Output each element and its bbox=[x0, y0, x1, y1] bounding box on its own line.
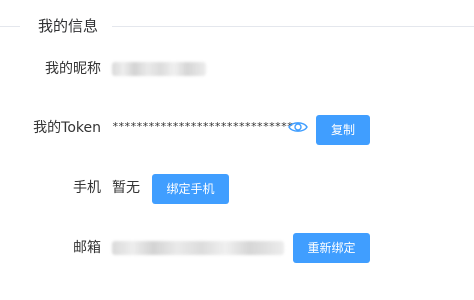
section-divider-left bbox=[0, 26, 20, 27]
token-label: 我的Token bbox=[33, 120, 101, 136]
token-masked-value: ****************************** bbox=[112, 120, 293, 133]
eye-icon[interactable] bbox=[288, 119, 308, 135]
copy-token-button[interactable]: 复制 bbox=[316, 115, 370, 145]
phone-value: 暂无 bbox=[112, 180, 140, 196]
section-divider-right bbox=[112, 26, 474, 27]
phone-label: 手机 bbox=[73, 180, 101, 196]
nickname-value-redacted bbox=[112, 62, 206, 76]
rebind-email-button[interactable]: 重新绑定 bbox=[293, 233, 370, 263]
nickname-label: 我的昵称 bbox=[45, 61, 101, 77]
email-value-redacted bbox=[112, 241, 284, 255]
email-label: 邮箱 bbox=[73, 240, 101, 256]
bind-phone-button[interactable]: 绑定手机 bbox=[152, 174, 229, 204]
section-title: 我的信息 bbox=[38, 17, 99, 35]
